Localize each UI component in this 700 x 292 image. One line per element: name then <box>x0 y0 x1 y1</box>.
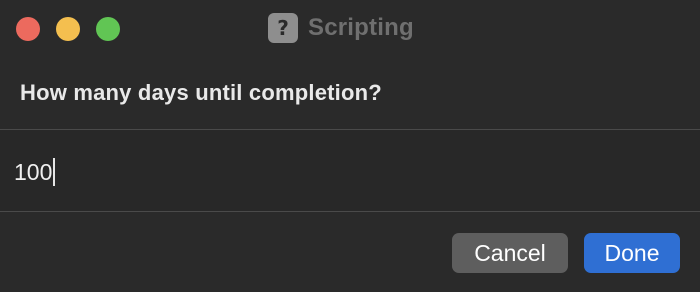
minimize-window-button[interactable] <box>56 17 80 41</box>
question-mark-icon: ? <box>268 13 298 43</box>
cancel-button[interactable]: Cancel <box>452 233 568 273</box>
answer-value: 100 <box>14 159 53 185</box>
zoom-window-button[interactable] <box>96 17 120 41</box>
dialog-window: ? Scripting How many days until completi… <box>0 0 700 292</box>
answer-input-value[interactable]: 100 <box>14 158 56 186</box>
window-title-group: ? Scripting <box>268 12 414 44</box>
prompt-text: How many days until completion? <box>20 80 382 105</box>
title-bar[interactable]: ? Scripting <box>0 0 700 58</box>
text-caret <box>53 158 56 186</box>
window-title: Scripting <box>308 14 414 41</box>
answer-input[interactable] <box>0 130 700 211</box>
divider-bottom <box>0 211 700 212</box>
done-button[interactable]: Done <box>584 233 680 273</box>
close-window-button[interactable] <box>16 17 40 41</box>
